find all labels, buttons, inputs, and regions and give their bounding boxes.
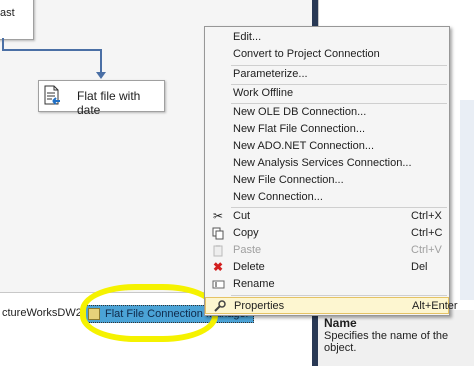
menu-item-edit[interactable]: Edit... (205, 29, 449, 46)
menu-item-paste[interactable]: Paste Ctrl+V (205, 242, 449, 259)
menu-item-properties[interactable]: Properties Alt+Enter (205, 297, 458, 314)
menu-item-label: Parameterize... (233, 68, 308, 80)
menu-item-new-oledb-connection[interactable]: New OLE DB Connection... (205, 104, 449, 121)
flat-file-source-icon (44, 85, 60, 105)
task-shape-top[interactable]: ast (0, 0, 34, 40)
menu-item-shortcut: Ctrl+X (411, 210, 442, 222)
menu-item-label: New Connection... (233, 191, 323, 203)
menu-item-work-offline[interactable]: Work Offline (205, 85, 449, 102)
menu-item-label: Delete (233, 261, 265, 273)
menu-item-copy[interactable]: Copy Ctrl+C (205, 225, 449, 242)
menu-item-label: Edit... (233, 31, 262, 43)
menu-item-label: New File Connection... (233, 174, 344, 186)
rename-icon (211, 278, 225, 291)
menu-item-shortcut: Ctrl+C (411, 227, 443, 239)
menu-item-shortcut: Alt+Enter (412, 300, 458, 312)
connector-arrow-icon (96, 72, 106, 79)
menu-item-new-flat-file-connection[interactable]: New Flat File Connection... (205, 121, 449, 138)
menu-item-new-analysis-services-connection[interactable]: New Analysis Services Connection... (205, 155, 449, 172)
properties-scroll-area[interactable] (460, 100, 474, 300)
menu-item-rename[interactable]: Rename (205, 276, 449, 293)
menu-separator (231, 295, 447, 296)
menu-item-label: Work Offline (233, 87, 294, 99)
precedence-connector-vertical[interactable] (100, 49, 102, 74)
menu-item-convert-to-project-connection[interactable]: Convert to Project Connection (205, 46, 449, 63)
menu-item-new-adonet-connection[interactable]: New ADO.NET Connection... (205, 138, 449, 155)
menu-item-label: New ADO.NET Connection... (233, 140, 375, 152)
menu-item-new-file-connection[interactable]: New File Connection... (205, 172, 449, 189)
menu-item-new-connection[interactable]: New Connection... (205, 189, 449, 206)
menu-item-label: Convert to Project Connection (233, 48, 380, 60)
copy-icon (211, 227, 225, 240)
menu-item-label: Copy (233, 227, 259, 239)
menu-item-label: New Flat File Connection... (233, 123, 366, 135)
paste-icon (211, 244, 225, 257)
menu-item-delete[interactable]: ✖ Delete Del (205, 259, 449, 276)
menu-item-label: Properties (234, 300, 285, 312)
task-shape-top-label: ast (0, 7, 15, 19)
context-menu: Edit... Convert to Project Connection Pa… (204, 26, 458, 316)
property-description-text: Specifies the name of the object. (324, 330, 449, 354)
flat-file-task-label: Flat file with date (77, 89, 141, 117)
wrench-icon (212, 300, 226, 313)
menu-item-label: Cut (233, 210, 251, 222)
menu-item-shortcut: Ctrl+V (411, 244, 442, 256)
menu-item-parameterize[interactable]: Parameterize... (205, 66, 449, 83)
menu-item-label: Rename (233, 278, 275, 290)
flat-file-task-shape[interactable]: Flat file with date (38, 80, 165, 117)
menu-item-label: New OLE DB Connection... (233, 106, 367, 118)
flat-file-connection-icon (88, 308, 100, 320)
menu-item-label: New Analysis Services Connection... (233, 157, 412, 169)
menu-item-cut[interactable]: ✂ Cut Ctrl+X (205, 208, 449, 225)
precedence-connector-horizontal[interactable] (2, 49, 102, 51)
delete-icon: ✖ (212, 260, 224, 274)
menu-item-shortcut: Del (411, 261, 428, 273)
scissors-icon: ✂ (212, 209, 224, 223)
property-description-title: Name (324, 316, 357, 330)
menu-item-label: Paste (233, 244, 262, 256)
